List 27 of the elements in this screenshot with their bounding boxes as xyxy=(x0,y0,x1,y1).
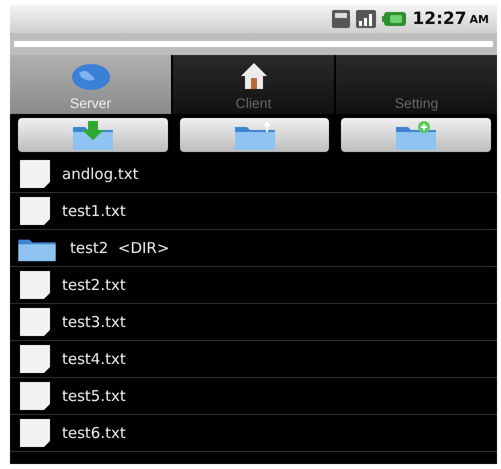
file-name[interactable]: test6.txt xyxy=(62,424,126,442)
toolbar-button[interactable] xyxy=(180,118,330,152)
battery-icon xyxy=(382,12,406,26)
signal-icon xyxy=(356,10,376,28)
house-icon xyxy=(238,61,268,91)
folder-add-icon xyxy=(394,119,438,151)
file-name[interactable]: andlog.txt xyxy=(62,165,138,183)
file-icon xyxy=(20,271,50,299)
folder-download-icon xyxy=(70,119,115,151)
toolbar-button[interactable] xyxy=(18,118,168,152)
toolbar-button[interactable] xyxy=(341,118,492,152)
clock-time: 12:27 xyxy=(412,9,467,29)
file-name[interactable]: test1.txt xyxy=(62,202,126,220)
file-icon xyxy=(20,308,50,336)
file-icon xyxy=(20,197,50,225)
file-icon xyxy=(20,382,50,410)
file-name[interactable]: test2 <DIR> xyxy=(70,239,170,257)
file-name[interactable]: test3.txt xyxy=(62,313,126,331)
file-icon xyxy=(20,419,50,447)
file-icon xyxy=(20,160,50,188)
folder-up-icon xyxy=(232,119,276,151)
clock-meridiem: AM xyxy=(470,12,489,26)
file-name[interactable]: test4.txt xyxy=(62,350,126,368)
file-name[interactable]: test2.txt xyxy=(62,276,126,294)
file-icon xyxy=(20,345,50,373)
file-name[interactable]: test5.txt xyxy=(62,387,126,405)
globe-icon xyxy=(70,63,110,91)
